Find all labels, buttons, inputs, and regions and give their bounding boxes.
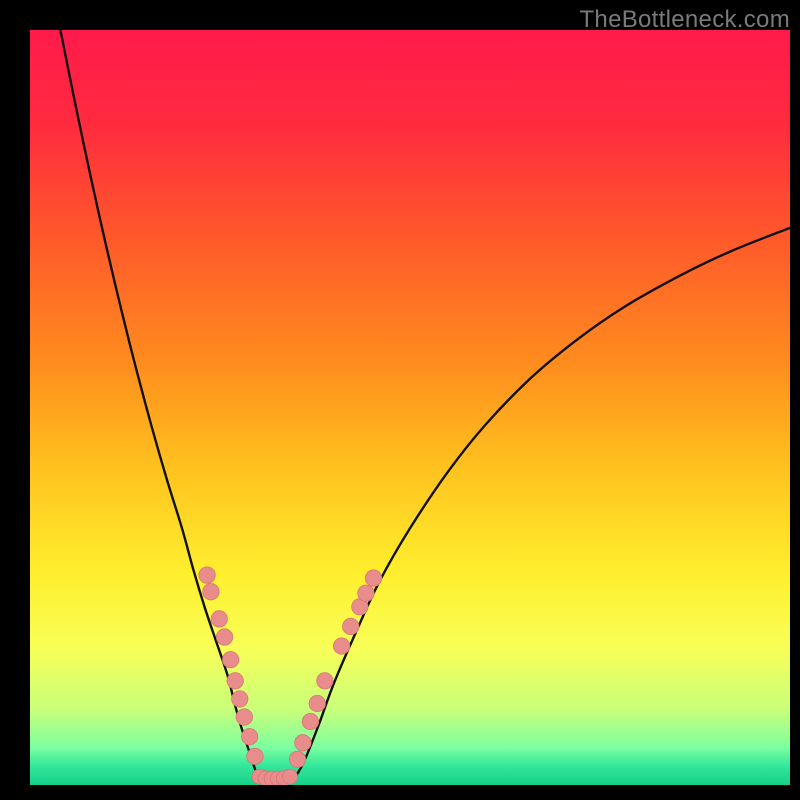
- data-dot: [289, 751, 305, 767]
- data-dot: [317, 673, 333, 689]
- data-dot: [222, 651, 238, 667]
- data-dot: [232, 691, 248, 707]
- chart-stage: TheBottleneck.com: [0, 0, 800, 800]
- data-dot: [211, 611, 227, 627]
- data-dot: [227, 673, 243, 689]
- data-dot: [236, 709, 252, 725]
- data-dot: [309, 695, 325, 711]
- data-dot: [358, 585, 374, 601]
- data-dot: [241, 728, 257, 744]
- data-dot: [365, 570, 381, 586]
- gradient-background: [30, 30, 790, 785]
- data-dot: [203, 584, 219, 600]
- chart-svg: [30, 30, 790, 785]
- data-dot: [343, 618, 359, 634]
- data-dot: [199, 567, 215, 583]
- data-dot: [216, 629, 232, 645]
- data-dot: [295, 735, 311, 751]
- data-dot: [247, 748, 263, 764]
- data-dot: [333, 638, 349, 654]
- data-dot: [282, 769, 297, 784]
- watermark-text: TheBottleneck.com: [579, 6, 790, 34]
- plot-area: [30, 30, 790, 785]
- data-dot: [302, 713, 318, 729]
